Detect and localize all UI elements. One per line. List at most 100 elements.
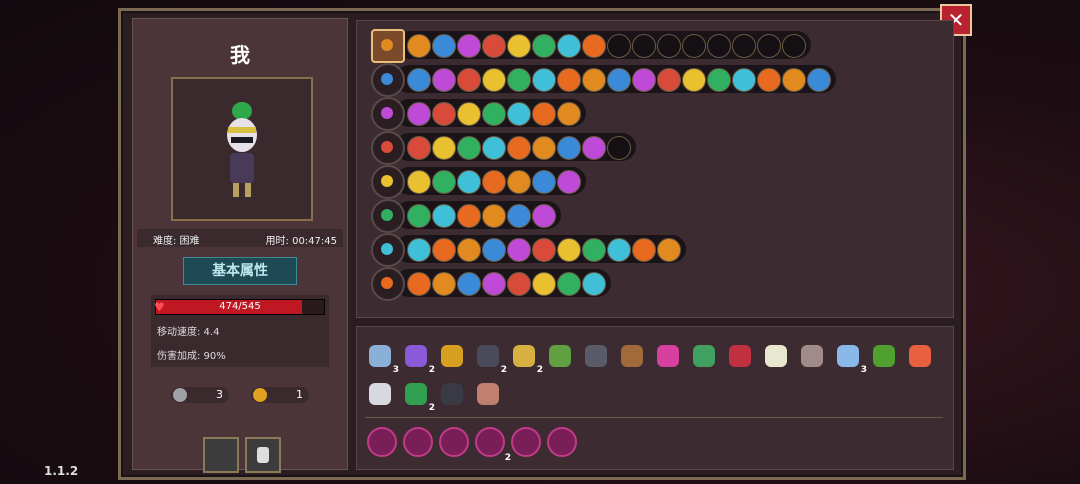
empty-module-slot[interactable]	[657, 34, 681, 58]
antler-icon[interactable]: 2	[511, 343, 543, 375]
weapon-module-slot[interactable]	[782, 68, 806, 92]
flower-orb-icon[interactable]	[371, 165, 405, 199]
treasure-bag-icon[interactable]	[371, 29, 405, 63]
weapon-module-slot[interactable]	[482, 136, 506, 160]
dark-staff-icon[interactable]	[371, 233, 405, 267]
weapon-module-slot[interactable]	[457, 34, 481, 58]
weapon-module-slot[interactable]	[757, 68, 781, 92]
weapon-module-slot[interactable]	[482, 34, 506, 58]
leaf-icon[interactable]	[691, 343, 717, 369]
weapon-module-slot[interactable]	[557, 34, 581, 58]
weapon-module-slot[interactable]	[482, 272, 506, 296]
weapon-module-slot[interactable]	[482, 238, 506, 262]
weapon-module-slot[interactable]	[657, 68, 681, 92]
empty-module-slot[interactable]	[682, 34, 706, 58]
weapon-module-slot[interactable]	[457, 204, 481, 228]
weapon-module-slot[interactable]	[532, 272, 556, 296]
curse-swirl-icon[interactable]: 2	[475, 427, 511, 463]
demon-mask-icon[interactable]	[727, 343, 753, 369]
empty-module-slot[interactable]	[732, 34, 756, 58]
weapon-module-slot[interactable]	[632, 68, 656, 92]
weapon-module-slot[interactable]	[507, 238, 531, 262]
weapon-module-slot[interactable]	[457, 170, 481, 194]
weapon-module-slot[interactable]	[457, 136, 481, 160]
weapon-module-slot[interactable]	[557, 238, 581, 262]
weapon-module-slot[interactable]	[407, 170, 431, 194]
skin-pouch-icon[interactable]	[475, 381, 501, 407]
weapon-module-slot[interactable]	[407, 204, 431, 228]
dark-cloak-icon[interactable]: 2	[475, 343, 507, 375]
weapon-module-slot[interactable]	[457, 238, 481, 262]
scepter-icon[interactable]	[371, 97, 405, 131]
weapon-module-slot[interactable]	[657, 238, 681, 262]
weapon-module-slot[interactable]	[507, 68, 531, 92]
weapon-module-slot[interactable]	[457, 272, 481, 296]
weapon-module-slot[interactable]	[682, 68, 706, 92]
fangs-icon[interactable]	[763, 343, 789, 369]
weapon-module-slot[interactable]	[507, 204, 531, 228]
weapon-module-slot[interactable]	[507, 102, 531, 126]
weapon-module-slot[interactable]	[582, 68, 606, 92]
empty-module-slot[interactable]	[607, 34, 631, 58]
empty-module-slot[interactable]	[757, 34, 781, 58]
wizard-hat-icon[interactable]: 2	[403, 343, 435, 375]
weapon-module-slot[interactable]	[582, 238, 606, 262]
sun-orb-icon[interactable]	[371, 199, 405, 233]
dark-robe-icon[interactable]	[583, 343, 609, 369]
clover-icon[interactable]: 2	[403, 381, 435, 413]
weapon-module-slot[interactable]	[582, 272, 606, 296]
weapon-module-slot[interactable]	[407, 136, 431, 160]
weapon-module-slot[interactable]	[432, 170, 456, 194]
basic-attributes-button[interactable]: 基本属性	[183, 257, 297, 285]
weapon-module-slot[interactable]	[582, 136, 606, 160]
weapon-module-slot[interactable]	[457, 68, 481, 92]
staff-icon[interactable]	[371, 63, 405, 97]
weapon-module-slot[interactable]	[432, 136, 456, 160]
weapon-module-slot[interactable]	[557, 170, 581, 194]
weapon-module-slot[interactable]	[482, 204, 506, 228]
weapon-module-slot[interactable]	[532, 170, 556, 194]
weapon-module-slot[interactable]	[407, 34, 431, 58]
curse-chest-icon[interactable]	[403, 427, 433, 457]
empty-module-slot[interactable]	[707, 34, 731, 58]
weapon-module-slot[interactable]	[407, 272, 431, 296]
weapon-module-slot[interactable]	[432, 68, 456, 92]
empty-module-slot[interactable]	[607, 136, 631, 160]
heart-icon[interactable]	[907, 343, 933, 369]
weapon-module-slot[interactable]	[457, 102, 481, 126]
weapon-module-slot[interactable]	[732, 68, 756, 92]
curse-rune-icon[interactable]	[547, 427, 577, 457]
weapon-module-slot[interactable]	[482, 68, 506, 92]
gauntlet-icon[interactable]	[439, 343, 465, 369]
weapon-module-slot[interactable]	[432, 238, 456, 262]
amulet-icon[interactable]	[619, 343, 645, 369]
curse-eye-icon[interactable]	[439, 427, 469, 457]
white-crown-icon[interactable]	[367, 381, 393, 407]
weapon-module-slot[interactable]	[557, 68, 581, 92]
weapon-module-slot[interactable]	[432, 204, 456, 228]
weapon-module-slot[interactable]	[407, 68, 431, 92]
curse-mask-icon[interactable]	[511, 427, 541, 457]
weapon-module-slot[interactable]	[407, 238, 431, 262]
ghost-shield-icon[interactable]: 3	[367, 343, 399, 375]
weapon-module-slot[interactable]	[557, 136, 581, 160]
weapon-module-slot[interactable]	[532, 204, 556, 228]
weapon-module-slot[interactable]	[532, 68, 556, 92]
weapon-module-slot[interactable]	[507, 272, 531, 296]
weapon-module-slot[interactable]	[557, 272, 581, 296]
weapon-module-slot[interactable]	[557, 102, 581, 126]
weapon-module-slot[interactable]	[432, 102, 456, 126]
weapon-module-slot[interactable]	[582, 34, 606, 58]
skull-orb-icon[interactable]	[799, 343, 825, 369]
curse-spiral-icon[interactable]	[367, 427, 397, 457]
weapon-module-slot[interactable]	[532, 34, 556, 58]
weapon-module-slot[interactable]	[532, 102, 556, 126]
ice-wings-icon[interactable]: 3	[835, 343, 867, 375]
empty-equip-slot[interactable]	[203, 437, 239, 473]
weapon-module-slot[interactable]	[482, 170, 506, 194]
weapon-module-slot[interactable]	[507, 136, 531, 160]
purple-orb-icon[interactable]	[371, 267, 405, 301]
weapon-module-slot[interactable]	[532, 136, 556, 160]
weapon-module-slot[interactable]	[507, 34, 531, 58]
map-scroll-icon[interactable]	[547, 343, 573, 369]
